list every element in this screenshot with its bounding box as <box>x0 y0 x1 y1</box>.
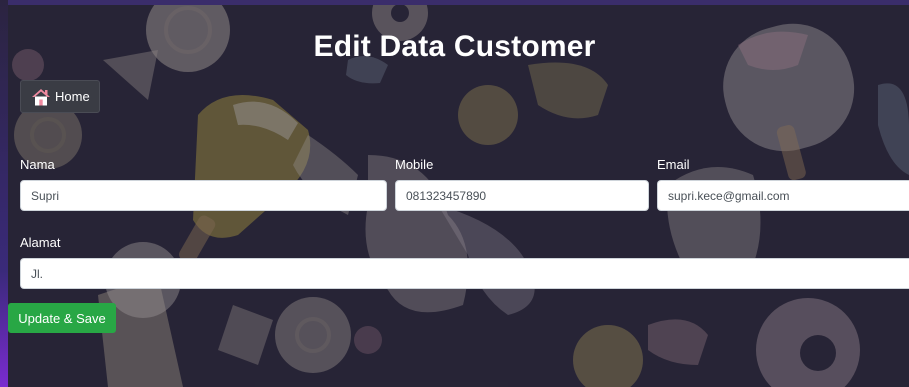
home-button[interactable]: Home <box>20 80 100 113</box>
house-icon <box>32 88 50 105</box>
mobile-label: Mobile <box>395 157 434 172</box>
nama-input[interactable] <box>20 180 387 211</box>
page-title: Edit Data Customer <box>313 30 596 63</box>
nama-label: Nama <box>20 157 55 172</box>
update-save-button[interactable]: Update & Save <box>8 303 116 333</box>
home-button-label: Home <box>55 89 90 104</box>
alamat-input[interactable] <box>20 258 909 289</box>
alamat-label: Alamat <box>20 235 61 250</box>
mobile-input[interactable] <box>395 180 649 211</box>
email-input[interactable] <box>657 180 909 211</box>
email-label: Email <box>657 157 690 172</box>
